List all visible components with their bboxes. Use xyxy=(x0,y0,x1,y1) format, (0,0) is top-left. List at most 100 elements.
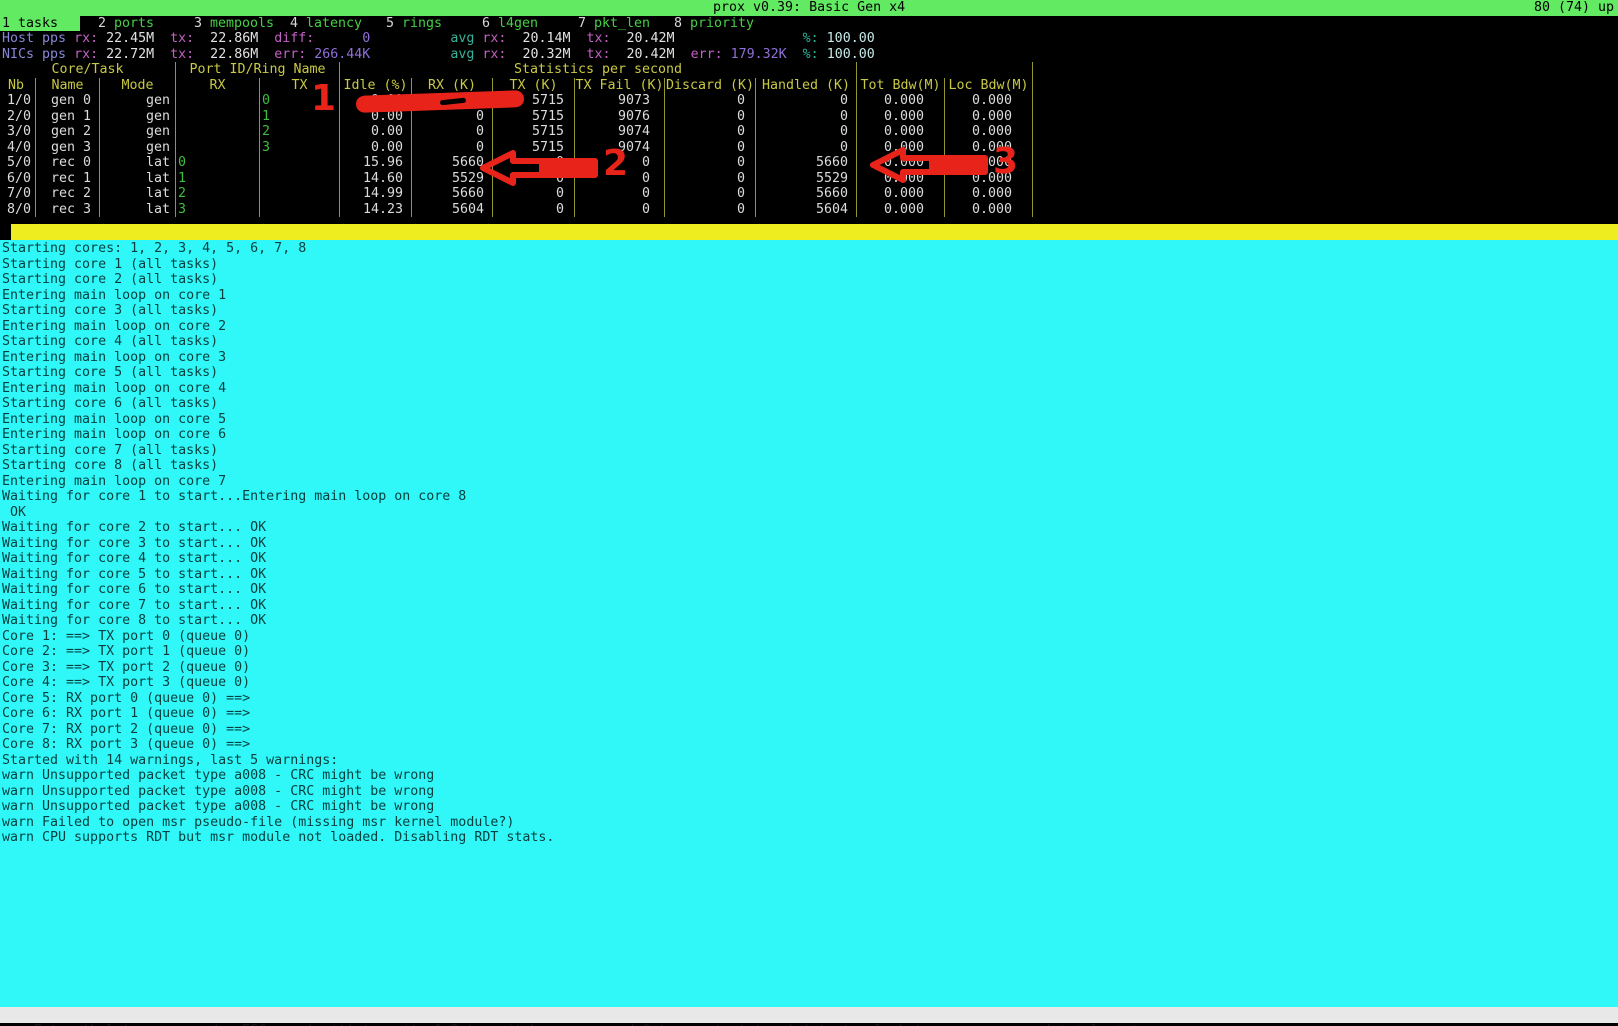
tab-ports[interactable]: 2 ports xyxy=(96,16,154,32)
tab-tasks[interactable]: 1 tasks xyxy=(0,16,80,32)
table-column-header: Idle (%) xyxy=(340,78,412,94)
log-line: Starting core 1 (all tasks) xyxy=(0,257,1618,273)
table-group-header: Core/Task xyxy=(0,62,176,78)
prox-terminal[interactable]: prox v0.39: Basic Gen x4 80 (74) up 1 ta… xyxy=(0,0,1618,1026)
table-cell: 0 xyxy=(756,140,857,156)
log-line: Core 5: RX port 0 (queue 0) ==> xyxy=(0,691,1618,707)
tab-number: 2 xyxy=(98,16,106,31)
table-group-header xyxy=(857,62,1033,78)
table-column-header: Loc Bdw(M) xyxy=(945,78,1033,94)
table-cell: gen xyxy=(100,124,176,140)
table-column-header: Tot Bdw(M) xyxy=(857,78,945,94)
log-line: OK xyxy=(0,505,1618,521)
stat-segment xyxy=(66,31,74,46)
tab-bar: 1 tasks 2 ports 3 mempools 4 latency 5 rings… xyxy=(0,16,1618,32)
table-column-header: Name xyxy=(36,78,100,94)
tab-number: 6 xyxy=(482,16,490,31)
tab-pkt_len[interactable]: 7 pkt_len xyxy=(576,16,650,32)
table-cell: rec 2 xyxy=(36,186,100,202)
log-line: warn Failed to open msr pseudo-file (mis… xyxy=(0,815,1618,831)
log-line: Core 1: ==> TX port 0 (queue 0) xyxy=(0,629,1618,645)
table-cell: 0 xyxy=(665,155,756,171)
annotation-arrow-left-icon xyxy=(868,147,990,183)
table-cell: 14.23 xyxy=(340,202,412,218)
nics-pps-line: NICs pps rx: 22.72M tx: 22.86M err: 266.… xyxy=(2,47,875,63)
table-cell: lat xyxy=(100,186,176,202)
table-column-header: Discard (K) xyxy=(665,78,756,94)
stat-segment: rx: xyxy=(482,31,506,46)
tab-rings[interactable]: 5 rings xyxy=(384,16,442,32)
table-row: 3/0gen 2gen20.00057159074000.0000.000 xyxy=(0,124,1033,140)
log-line: Core 3: ==> TX port 2 (queue 0) xyxy=(0,660,1618,676)
table-cell: lat xyxy=(100,155,176,171)
log-line: Entering main loop on core 3 xyxy=(0,350,1618,366)
log-line: Entering main loop on core 2 xyxy=(0,319,1618,335)
table-cell: lat xyxy=(100,202,176,218)
tab-label: l4gen xyxy=(490,16,538,31)
table-cell: 0 xyxy=(756,124,857,140)
table-column-header: Nb xyxy=(0,78,36,94)
table-cell: 14.99 xyxy=(340,186,412,202)
log-line: Waiting for core 2 to start... OK xyxy=(0,520,1618,536)
tab-number: 4 xyxy=(290,16,298,31)
table-cell: 0 xyxy=(665,93,756,109)
table-cell: 7/0 xyxy=(0,186,36,202)
log-line: warn Unsupported packet type a008 - CRC … xyxy=(0,784,1618,800)
table-cell: 9074 xyxy=(575,124,665,140)
table-cell xyxy=(260,202,340,218)
tab-mempools[interactable]: 3 mempools xyxy=(192,16,274,32)
table-cell: 0 xyxy=(665,109,756,125)
table-cell xyxy=(260,155,340,171)
table-cell: gen xyxy=(100,109,176,125)
table-cell: 5/0 xyxy=(0,155,36,171)
table-cell: 9076 xyxy=(575,109,665,125)
annotation-label-2: 2 xyxy=(603,147,628,181)
annotation-arrow-left-icon xyxy=(479,150,599,186)
table-cell: rec 1 xyxy=(36,171,100,187)
stat-segment: 20.14M xyxy=(506,31,570,46)
title-bar: prox v0.39: Basic Gen x4 80 (74) up xyxy=(0,0,1618,16)
tab-number: 8 xyxy=(674,16,682,31)
tab-label: mempools xyxy=(202,16,274,31)
tab-number: 5 xyxy=(386,16,394,31)
table-cell: lat xyxy=(100,171,176,187)
table-cell: 0 xyxy=(665,124,756,140)
tab-priority[interactable]: 8 priority xyxy=(672,16,754,32)
table-cell: 1 xyxy=(176,171,260,187)
table-cell: 5529 xyxy=(756,171,857,187)
table-cell: 5604 xyxy=(756,202,857,218)
stat-segment: rx: xyxy=(74,47,98,62)
table-cell: 0.000 xyxy=(945,202,1033,218)
stat-segment: 22.86M xyxy=(194,31,258,46)
table-cell: 0.000 xyxy=(945,109,1033,125)
log-area: Starting cores: 1, 2, 3, 4, 5, 6, 7, 8St… xyxy=(0,240,1618,1007)
table-cell: 3 xyxy=(176,202,260,218)
table-cell: 0 xyxy=(412,124,493,140)
stat-segment: tx: xyxy=(154,31,194,46)
table-cell: 15.96 xyxy=(340,155,412,171)
table-cell xyxy=(176,140,260,156)
table-cell: 2/0 xyxy=(0,109,36,125)
tab-latency[interactable]: 4 latency xyxy=(288,16,362,32)
stat-segment: 20.42M xyxy=(611,31,675,46)
tab-number: 3 xyxy=(194,16,202,31)
table-column-header: TX Fail (K) xyxy=(575,78,665,94)
tab-label: pkt_len xyxy=(586,16,650,31)
stat-segment: %: xyxy=(787,47,819,62)
table-cell: 2 xyxy=(176,186,260,202)
table-cell: 0 xyxy=(665,140,756,156)
table-cell: 0.000 xyxy=(857,93,945,109)
log-line: Starting core 4 (all tasks) xyxy=(0,334,1618,350)
log-line: Core 6: RX port 1 (queue 0) ==> xyxy=(0,706,1618,722)
tab-label: rings xyxy=(394,16,442,31)
table-cell: 5660 xyxy=(412,186,493,202)
table-cell: 2 xyxy=(260,124,340,140)
log-line: warn Unsupported packet type a008 - CRC … xyxy=(0,799,1618,815)
tab-l4gen[interactable]: 6 l4gen xyxy=(480,16,538,32)
stat-segment: err: xyxy=(675,47,723,62)
log-line: warn Unsupported packet type a008 - CRC … xyxy=(0,768,1618,784)
log-line: Core 7: RX port 2 (queue 0) ==> xyxy=(0,722,1618,738)
stat-segment: %: xyxy=(803,31,819,46)
log-line: Starting core 3 (all tasks) xyxy=(0,303,1618,319)
terminal-cursor xyxy=(0,224,11,240)
